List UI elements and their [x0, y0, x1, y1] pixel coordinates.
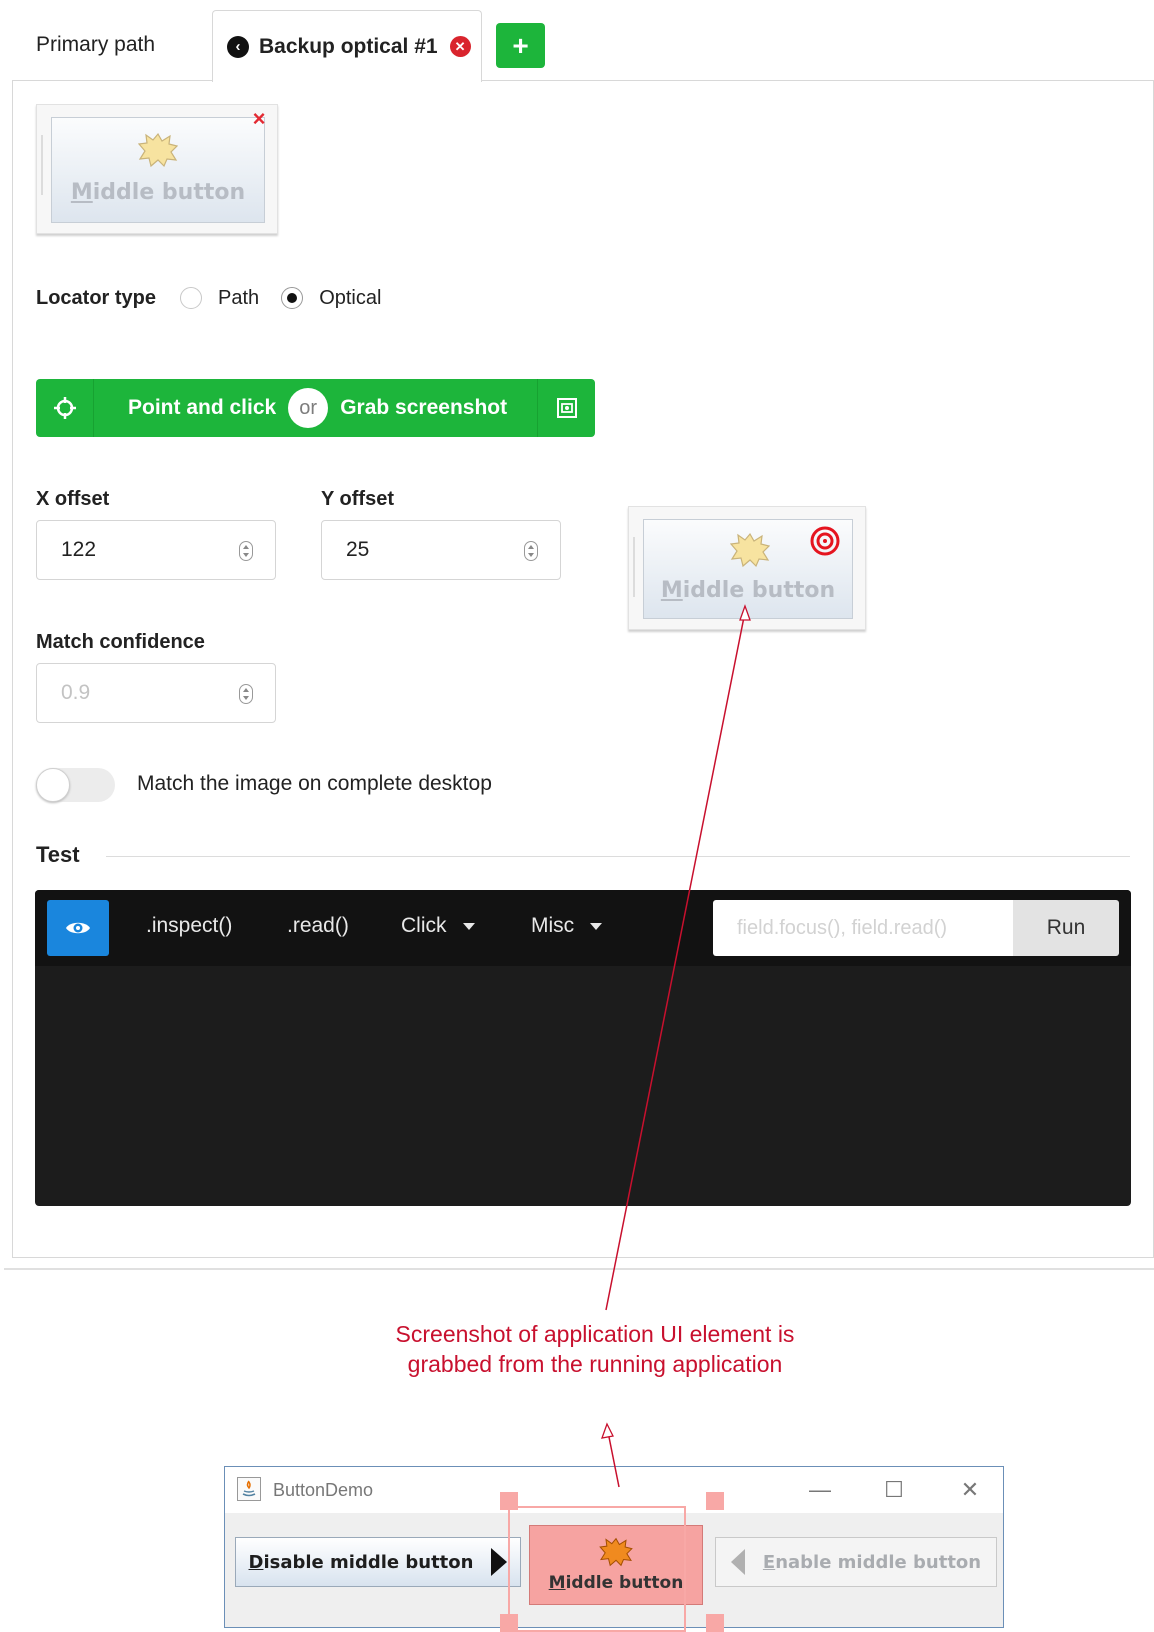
misc-label: Misc: [531, 914, 575, 937]
caret-down-icon: [462, 922, 475, 930]
thumb-label: Middle button: [660, 578, 836, 603]
grab-screenshot-button[interactable]: Grab screenshot: [340, 396, 507, 420]
test-heading: Test: [36, 842, 80, 867]
console-toolbar: .inspect() .read() Click Misc Run: [35, 890, 1131, 966]
x-offset-value: 122: [61, 538, 97, 561]
or-badge: or: [288, 388, 329, 428]
capture-bar: Point and click or Grab screenshot: [36, 379, 595, 437]
inspect-button[interactable]: .inspect(): [146, 914, 232, 938]
locator-type-row: Locator type Path Optical: [36, 280, 403, 316]
y-offset-value: 25: [346, 538, 370, 561]
match-confidence-label: Match confidence: [36, 631, 205, 653]
y-offset-label: Y offset: [321, 488, 394, 510]
screenshot-icon[interactable]: [537, 379, 595, 437]
image-thumbnail: Middle button ×: [36, 104, 278, 234]
spinner-icon[interactable]: [524, 541, 538, 561]
match-confidence-placeholder: 0.9: [61, 681, 91, 704]
point-and-click-button[interactable]: Point and click: [128, 396, 276, 420]
remove-image-icon[interactable]: ×: [247, 107, 271, 131]
run-button[interactable]: Run: [1013, 900, 1119, 956]
eye-icon[interactable]: [47, 900, 109, 956]
selection-handle[interactable]: [500, 1492, 518, 1510]
enable-middle-button[interactable]: Enable middle button: [715, 1537, 997, 1587]
radio-optical-label[interactable]: Optical: [319, 287, 381, 310]
java-icon: [237, 1477, 261, 1501]
enable-label: Enable middle button: [762, 1551, 982, 1573]
click-dropdown[interactable]: Click: [401, 914, 475, 938]
divider: [4, 1268, 1154, 1270]
tab-backup-optical[interactable]: ‹ Backup optical #1 ✕: [212, 10, 482, 82]
complete-desktop-label: Match the image on complete desktop: [137, 772, 492, 795]
chevron-left-icon[interactable]: ‹: [227, 35, 249, 58]
selection-handle[interactable]: [706, 1614, 724, 1632]
selection-handle[interactable]: [706, 1492, 724, 1510]
misc-dropdown[interactable]: Misc: [531, 914, 603, 938]
close-icon[interactable]: ✕: [955, 1475, 985, 1505]
add-tab-button[interactable]: +: [496, 23, 545, 68]
burst-icon: [138, 132, 178, 168]
annotation-callout: Screenshot of application UI element is …: [395, 1321, 795, 1377]
read-button[interactable]: .read(): [287, 914, 349, 938]
close-tab-icon[interactable]: ✕: [449, 36, 471, 57]
target-icon: [810, 526, 840, 556]
radio-path[interactable]: [180, 287, 203, 309]
code-input[interactable]: [713, 900, 1013, 956]
spinner-icon[interactable]: [239, 541, 253, 561]
tab-label: Primary path: [36, 33, 156, 56]
minimize-icon[interactable]: —: [805, 1475, 835, 1505]
offset-preview-thumbnail: Middle button: [628, 506, 866, 630]
x-offset-input[interactable]: 122: [36, 520, 276, 580]
match-confidence-input[interactable]: 0.9: [36, 663, 276, 723]
spinner-icon[interactable]: [239, 684, 253, 704]
complete-desktop-toggle[interactable]: [36, 768, 115, 802]
window-title: ButtonDemo: [273, 1480, 374, 1500]
x-offset-label: X offset: [36, 488, 110, 510]
test-console: .inspect() .read() Click Misc Run: [35, 890, 1131, 1206]
burst-icon: [730, 532, 770, 568]
disable-label: Disable middle button: [248, 1551, 474, 1573]
arrow-right-icon: [491, 1548, 508, 1576]
thumb-label: Middle button: [70, 180, 246, 205]
toggle-knob[interactable]: [36, 768, 70, 802]
click-label: Click: [401, 914, 447, 937]
arrow-left-icon: [730, 1549, 745, 1575]
selection-handle[interactable]: [500, 1614, 518, 1632]
radio-optical[interactable]: [281, 287, 304, 309]
crosshair-icon[interactable]: [36, 379, 94, 437]
tab-primary-path[interactable]: Primary path: [36, 10, 155, 80]
tab-label: Backup optical #1: [259, 34, 438, 58]
selection-frame: [508, 1506, 686, 1632]
y-offset-input[interactable]: 25: [321, 520, 561, 580]
divider: [106, 856, 1130, 857]
locator-type-label: Locator type: [36, 286, 157, 309]
caret-down-icon: [590, 922, 603, 930]
disable-middle-button[interactable]: Disable middle button: [235, 1537, 521, 1587]
radio-path-label[interactable]: Path: [218, 287, 259, 310]
maximize-icon[interactable]: ☐: [879, 1475, 909, 1505]
